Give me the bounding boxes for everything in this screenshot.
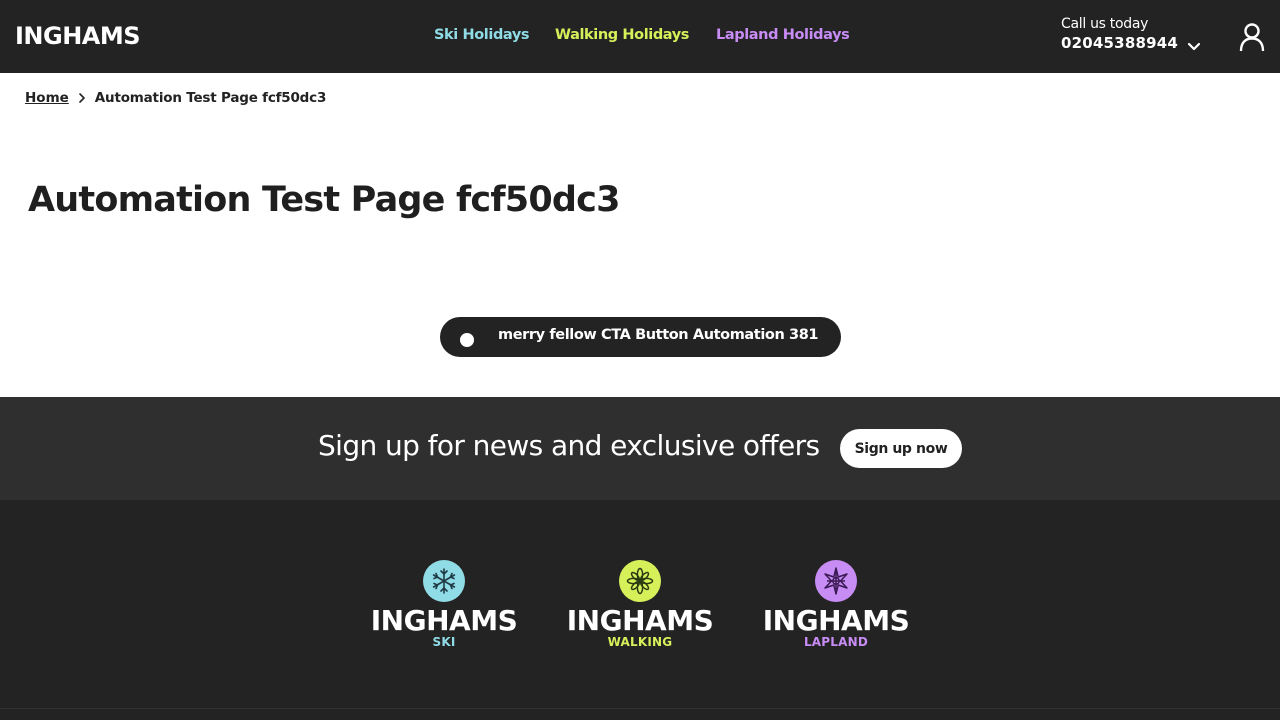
flower-icon: [619, 560, 661, 602]
phone-number[interactable]: 02045388944: [1061, 34, 1178, 52]
brand-sub-walking: WALKING: [607, 635, 673, 649]
nav-lapland-holidays[interactable]: Lapland Holidays: [716, 27, 850, 43]
snowflake-icon: [423, 560, 465, 602]
breadcrumb: Home Automation Test Page fcf50dc3: [25, 89, 326, 107]
call-us-dropdown[interactable]: Call us today 02045388944: [1061, 16, 1201, 52]
brand-name: INGHAMS: [566, 604, 714, 637]
account-icon[interactable]: [1238, 22, 1266, 52]
star-icon: [815, 560, 857, 602]
cta-button[interactable]: merry fellow CTA Button Automation 381: [440, 317, 841, 357]
cta-label: merry fellow CTA Button Automation 381: [498, 327, 819, 343]
site-header: INGHAMS Ski Holidays Walking Holidays La…: [0, 0, 1280, 73]
breadcrumb-current: Automation Test Page fcf50dc3: [94, 90, 327, 106]
brand-inghams-lapland[interactable]: INGHAMS LAPLAND: [761, 560, 911, 648]
site-footer: INGHAMS SKI INGHAMS WALKING INGHAMS LAPL…: [0, 500, 1280, 720]
brand-inghams-walking[interactable]: INGHAMS WALKING: [565, 560, 715, 648]
brand-sub-ski: SKI: [432, 635, 456, 649]
sign-up-button[interactable]: Sign up now: [840, 429, 962, 468]
brand-name: INGHAMS: [762, 604, 910, 637]
nav-walking-holidays[interactable]: Walking Holidays: [555, 27, 689, 43]
nav-ski-holidays[interactable]: Ski Holidays: [434, 27, 530, 43]
cta-dot-icon: [460, 333, 474, 347]
newsletter-signup: Sign up for news and exclusive offers Si…: [0, 397, 1280, 500]
brand-inghams-ski[interactable]: INGHAMS SKI: [369, 560, 519, 648]
call-us-label: Call us today: [1061, 16, 1149, 32]
chevron-down-icon[interactable]: [1187, 42, 1201, 52]
brand-name: INGHAMS: [370, 604, 518, 637]
signup-heading: Sign up for news and exclusive offers: [318, 429, 820, 462]
brand-sub-lapland: LAPLAND: [803, 635, 869, 649]
footer-divider: [0, 708, 1280, 709]
breadcrumb-home-link[interactable]: Home: [25, 90, 69, 106]
chevron-right-icon: [78, 93, 85, 103]
page-title: Automation Test Page fcf50dc3: [28, 180, 620, 220]
